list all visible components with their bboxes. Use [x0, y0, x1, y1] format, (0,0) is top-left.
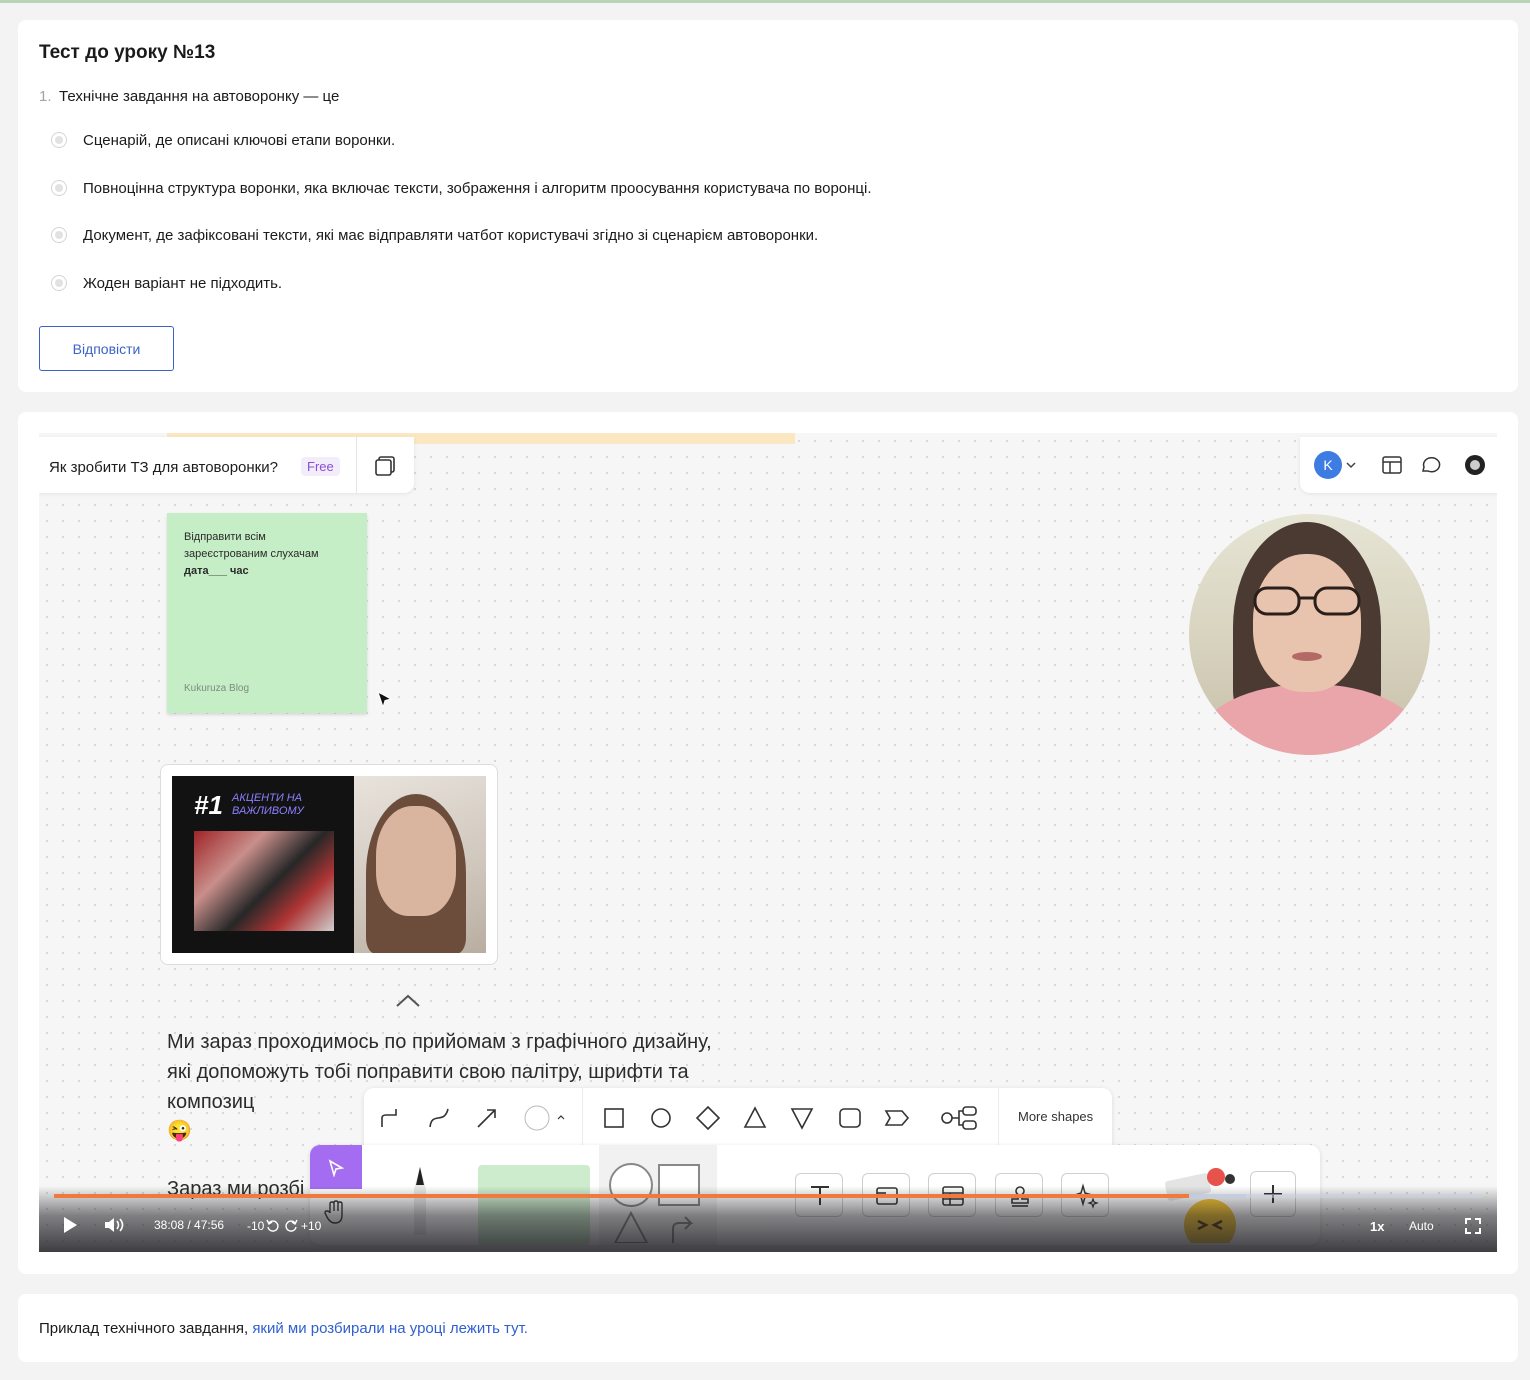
question-number: 1. [39, 88, 52, 105]
sticky-note: Відправити всім зареєстрованим слухачам … [167, 513, 367, 713]
app-logo-icon [1465, 455, 1485, 475]
board-title: Як зробити ТЗ для автоворонки? [49, 459, 278, 476]
answer-option-2[interactable]: Повноцінна структура воронки, яка включа… [51, 177, 872, 199]
divider [356, 437, 357, 493]
volume-icon[interactable] [104, 1216, 126, 1234]
glasses-icon [1253, 586, 1361, 616]
video-thumbnail-card: #1 АКЦЕНТИ НА ВАЖЛИВОМУ [160, 764, 498, 965]
quality-button[interactable]: Auto [1409, 1219, 1434, 1233]
arrow-icon [477, 1109, 496, 1128]
radio-button[interactable] [51, 227, 67, 243]
answer-button[interactable]: Відповісти [39, 326, 174, 371]
collage-image [194, 831, 334, 931]
chevron-shape-icon [884, 1110, 910, 1126]
layout-icon [1382, 456, 1402, 474]
note-link[interactable]: який ми розбирали на уроці лежить тут. [252, 1320, 528, 1337]
color-picker-icon [524, 1105, 550, 1131]
divider [582, 1088, 583, 1146]
chevron-up-icon [557, 1115, 565, 1120]
divider [998, 1088, 999, 1146]
more-shapes-button[interactable]: More shapes [1018, 1109, 1093, 1124]
quiz-card: Тест до уроку №13 1. Технічне завдання н… [18, 20, 1518, 392]
progress-played [54, 1194, 1190, 1198]
board-right-toolbar: K [1300, 437, 1497, 493]
seek-back-label[interactable]: -10 [247, 1219, 264, 1233]
option-label: Повноцінна структура воронки, яка включа… [83, 179, 872, 197]
chevron-up-icon[interactable] [395, 993, 421, 1009]
option-label: Сценарій, де описані ключові етапи ворон… [83, 131, 396, 149]
rewind-icon[interactable] [266, 1219, 279, 1232]
note-card: Приклад технічного завдання, який ми роз… [18, 1294, 1518, 1362]
rectangle-icon [604, 1108, 624, 1128]
playback-rate-button[interactable]: 1x [1370, 1219, 1384, 1234]
board-header: Як зробити ТЗ для автоворонки? Free [39, 437, 414, 493]
presenter-webcam [1189, 514, 1430, 755]
answer-option-4[interactable]: Жоден варіант не підходить. [51, 272, 282, 294]
shapes-toolbar: More shapes [364, 1088, 1112, 1146]
circle-icon [651, 1108, 671, 1128]
caption-emoji: 😜 [167, 1120, 192, 1142]
thumbnail-subtitle: АКЦЕНТИ НА ВАЖЛИВОМУ [232, 792, 304, 817]
thumbnail-title: #1 [194, 790, 223, 820]
free-badge: Free [301, 457, 340, 476]
presenter-photo [354, 776, 486, 953]
mind-map-icon [941, 1106, 977, 1130]
curve-connector-icon [429, 1108, 449, 1128]
presenter-mouth [1292, 652, 1322, 661]
answer-option-3[interactable]: Документ, де зафіксовані тексти, які має… [51, 224, 818, 246]
top-accent-line [0, 0, 1530, 3]
option-label: Документ, де зафіксовані тексти, які має… [83, 226, 819, 244]
seek-forward-label[interactable]: +10 [301, 1219, 321, 1233]
fullscreen-icon[interactable] [1465, 1218, 1481, 1234]
video-card: Як зробити ТЗ для автоворонки? Free K Ві… [18, 412, 1518, 1274]
diamond-icon [695, 1105, 721, 1131]
option-label: Жоден варіант не підходить. [83, 274, 283, 292]
select-tool[interactable] [310, 1145, 362, 1189]
chevron-down-icon [1346, 462, 1356, 469]
sticky-line: Відправити всім [184, 531, 266, 543]
sticky-line: зареєстрованим слухачам [184, 548, 319, 560]
comment-icon [1422, 457, 1441, 473]
elbow-connector-icon [381, 1109, 397, 1127]
inverted-triangle-icon [790, 1108, 814, 1130]
pointer-icon [328, 1159, 345, 1177]
radio-button[interactable] [51, 180, 67, 196]
play-icon[interactable] [62, 1216, 78, 1234]
progress-bar[interactable] [54, 1194, 1482, 1198]
sticky-footer: Kukuruza Blog [184, 683, 250, 694]
note-text: Приклад технічного завдання, [39, 1320, 253, 1337]
time-display: 38:08 / 47:56 [154, 1218, 225, 1232]
mouse-cursor-icon [377, 691, 393, 709]
presenter-face [1253, 554, 1361, 692]
presenter-face [376, 806, 456, 916]
player-controls: 38:08 / 47:56 -10 +10 1x Auto [39, 1186, 1497, 1252]
video-player[interactable]: Як зробити ТЗ для автоворонки? Free K Ві… [39, 433, 1497, 1252]
note-paragraph: Приклад технічного завдання, який ми роз… [39, 1320, 528, 1337]
avatar: K [1314, 451, 1342, 479]
question-text: Технічне завдання на автоворонку — це [59, 88, 340, 105]
triangle-icon [743, 1106, 767, 1128]
rounded-rectangle-icon [839, 1108, 861, 1128]
quiz-title: Тест до уроку №13 [39, 42, 216, 63]
forward-icon[interactable] [285, 1219, 298, 1232]
radio-button[interactable] [51, 132, 67, 148]
sticky-line: дата___ час [184, 565, 249, 577]
answer-option-1[interactable]: Сценарій, де описані ключові етапи ворон… [51, 129, 395, 151]
thumbnail-image: #1 АКЦЕНТИ НА ВАЖЛИВОМУ [172, 776, 486, 953]
duplicate-icon [375, 456, 395, 476]
radio-button[interactable] [51, 275, 67, 291]
